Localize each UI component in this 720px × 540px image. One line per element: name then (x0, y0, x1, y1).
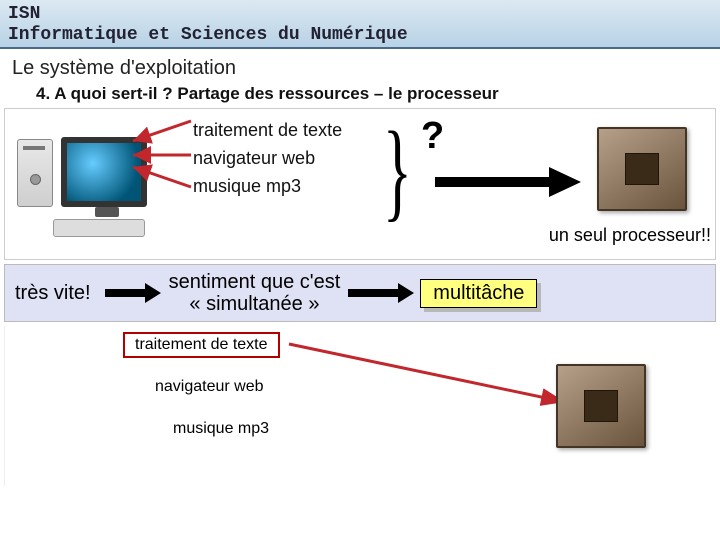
question-line: 4. A quoi sert-il ? Partage des ressourc… (0, 84, 720, 108)
computer-tower-icon (17, 139, 53, 207)
cpu-chip-icon (597, 127, 687, 211)
app2-music: musique mp3 (163, 418, 279, 440)
arrow-icon-2 (346, 282, 416, 304)
slide-header: ISN Informatique et Sciences du Numériqu… (0, 0, 720, 49)
band-multitask: très vite! sentiment que c'est « simulta… (4, 264, 716, 322)
label-sentiment: sentiment que c'est « simultanée » (169, 271, 341, 315)
label-fast: très vite! (15, 282, 91, 305)
diagram-top: traitement de texte navigateur web musiq… (4, 108, 716, 260)
app-music: musique mp3 (193, 173, 342, 201)
brace-icon: } (383, 115, 412, 225)
header-full: Informatique et Sciences du Numérique (8, 25, 712, 46)
diagram-bottom: traitement de texte navigateur web musiq… (4, 326, 716, 486)
apps-list: traitement de texte navigateur web musiq… (193, 117, 342, 201)
keyboard-icon (53, 219, 145, 237)
app2-browser: navigateur web (145, 376, 274, 398)
app-text: traitement de texte (193, 117, 342, 145)
app-browser: navigateur web (193, 145, 342, 173)
label-multitask: multitâche (420, 279, 537, 308)
caption-single-processor: un seul processeur!! (549, 225, 711, 246)
arrow-icon-1 (103, 282, 163, 304)
arrow-red-1 (127, 117, 197, 147)
arrow-red-3 (127, 163, 197, 193)
slide-subtitle: Le système d'exploitation (0, 49, 720, 84)
header-acronym: ISN (8, 4, 712, 25)
arrow-red-2 (127, 145, 197, 165)
red-line-to-cpu (287, 340, 577, 420)
arrow-big-icon (433, 165, 583, 199)
question-mark: ? (421, 115, 444, 158)
cpu-chip-icon-2 (556, 364, 646, 448)
app2-text: traitement de texte (123, 332, 280, 358)
